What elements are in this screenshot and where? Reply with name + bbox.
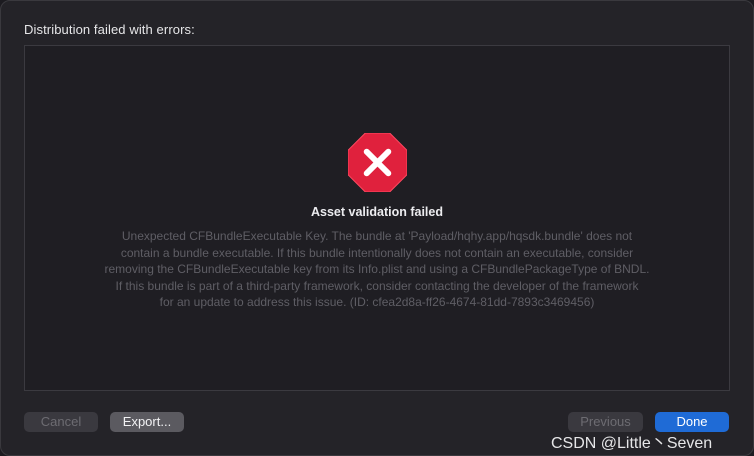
error-title: Asset validation failed <box>311 205 443 219</box>
error-detail-line: If this bundle is part of a third-party … <box>115 278 639 293</box>
export-button[interactable]: Export... <box>110 412 184 432</box>
error-panel: Asset validation failed Unexpected CFBun… <box>24 45 730 391</box>
distribution-dialog: Distribution failed with errors: Asset v… <box>0 0 754 456</box>
error-detail-line: contain a bundle executable. If this bun… <box>120 245 634 260</box>
error-detail-line: for an update to address this issue. (ID… <box>159 295 595 309</box>
watermark-text: CSDN @Little丶Seven <box>551 435 713 452</box>
error-x-octagon-icon <box>348 133 407 192</box>
error-detail-line: removing the CFBundleExecutable key from… <box>104 262 650 276</box>
cancel-button[interactable]: Cancel <box>24 412 98 432</box>
error-detail: Unexpected CFBundleExecutable Key. The b… <box>65 228 689 311</box>
dialog-title: Distribution failed with errors: <box>24 22 195 37</box>
error-detail-line: Unexpected CFBundleExecutable Key. The b… <box>121 229 633 243</box>
